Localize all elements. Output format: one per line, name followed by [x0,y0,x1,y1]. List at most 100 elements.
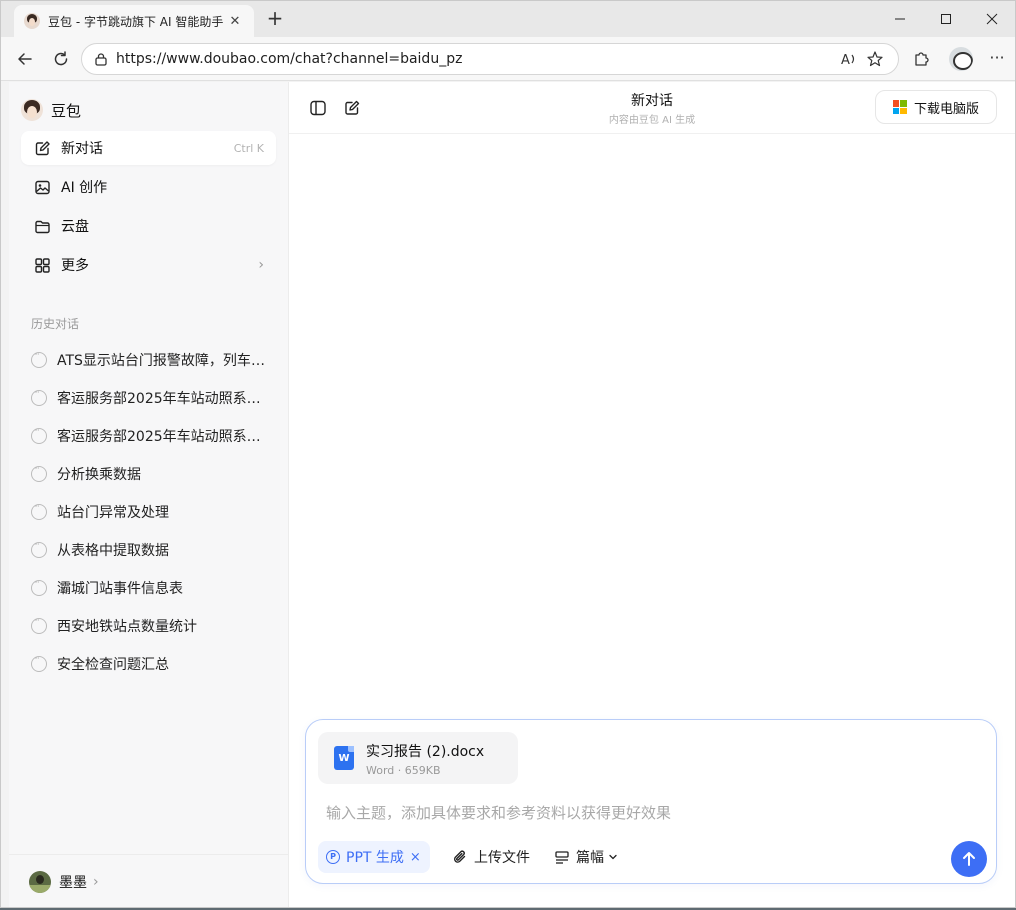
history-item-label: 客运服务部2025年车站动照系统检修 [57,429,271,445]
chat-bubble-icon [31,426,47,444]
file-name: 实习报告 (2).docx [366,744,485,760]
history-item-label: 客运服务部2025年车站动照系统检查 [57,391,271,407]
chat-bubble-icon [31,502,47,520]
sidebar-item-new-chat[interactable]: 新对话 Ctrl K [21,131,276,165]
chat-bubble-icon [31,654,47,672]
upload-file-label: 上传文件 [474,850,530,866]
history-item-label: 站台门异常及处理 [57,505,169,521]
back-button[interactable] [11,45,39,73]
lock-icon [95,53,107,66]
user-name: 墨墨 [59,874,87,891]
avatar [29,870,51,893]
sidebar-item-cloud-drive[interactable]: 云盘 [21,209,276,243]
chat-bubble-icon [31,540,47,558]
brand[interactable]: 豆包 [21,96,81,124]
read-aloud-icon[interactable]: A [836,46,862,72]
sidebar: 豆包 新对话 Ctrl K AI 创作 云盘 更多 › 历史对话 ··· ATS… [9,82,289,907]
sidebar-item-ai-create[interactable]: AI 创作 [21,170,276,204]
history-item[interactable]: 客运服务部2025年车站动照系统检修 [31,421,271,451]
chat-bubble-icon [31,350,47,368]
message-input[interactable] [320,800,980,826]
shortcut-hint: Ctrl K [233,141,264,155]
upload-file-button[interactable]: 上传文件 [452,841,530,873]
doubao-page: 豆包 新对话 Ctrl K AI 创作 云盘 更多 › 历史对话 ··· ATS… [9,82,1015,907]
paperclip-icon [454,850,466,863]
file-meta: Word · 659KB [366,764,441,777]
chat-bubble-icon [31,388,47,406]
arrow-left-icon [18,53,32,65]
history-item[interactable]: 分析换乘数据 [31,459,271,489]
ppt-generate-chip[interactable]: P PPT 生成 × [318,841,430,873]
length-icon [555,851,569,864]
download-label: 下载电脑版 [913,101,979,117]
more-options-icon[interactable]: ··· [985,45,1009,73]
windows-logo-icon [892,100,907,114]
url-field[interactable]: https://www.doubao.com/chat?channel=baid… [81,43,899,75]
history-section-title: 历史对话 [31,317,80,331]
image-icon [33,178,51,196]
sidebar-item-more[interactable]: 更多 › [21,248,276,282]
profile-avatar[interactable] [949,47,973,71]
new-chat-icon [33,139,51,157]
browser-window: 豆包 - 字节跳动旗下 AI 智能助手 ✕ + https://www.doub… [0,0,1016,908]
send-button[interactable] [951,841,987,877]
maximize-icon [941,14,951,24]
favorite-star-icon[interactable] [862,46,888,72]
history-item[interactable]: 西安地铁站点数量统计 [31,611,271,641]
browser-tab[interactable]: 豆包 - 字节跳动旗下 AI 智能助手 ✕ [14,5,254,37]
chat-main: 新对话 内容由豆包 AI 生成 下载电脑版 W 实习报告 (2).docx Wo… [289,82,1015,907]
history-item[interactable]: ATS显示站台门报警故障，列车无法进站 [31,345,271,375]
folder-icon [33,217,51,235]
doubao-logo-icon [21,99,43,121]
download-desktop-button[interactable]: 下载电脑版 [875,90,997,124]
extensions-button[interactable] [907,45,935,73]
user-profile-bar[interactable]: 墨墨 › [9,854,289,907]
history-item-label: ATS显示站台门报警故障，列车无法进站 [57,353,271,369]
address-bar: https://www.doubao.com/chat?channel=baid… [1,37,1015,81]
chevron-down-icon [609,854,617,860]
sidebar-item-label: 新对话 [61,141,103,157]
ppt-chip-label: PPT 生成 [346,850,404,866]
grid-icon [33,256,51,274]
chat-header: 新对话 内容由豆包 AI 生成 下载电脑版 [289,82,1015,134]
tab-title: 豆包 - 字节跳动旗下 AI 智能助手 [48,14,224,29]
chat-bubble-icon [31,464,47,482]
tab-strip: 豆包 - 字节跳动旗下 AI 智能助手 ✕ + [1,1,1015,37]
close-icon[interactable]: × [410,850,421,865]
chevron-right-icon: › [93,873,99,890]
sidebar-item-label: 云盘 [61,219,89,235]
history-item-label: 从表格中提取数据 [57,543,169,559]
arrow-up-icon [963,852,975,866]
history-item[interactable]: 站台门异常及处理 [31,497,271,527]
brand-name: 豆包 [51,101,82,120]
length-label: 篇幅 [576,850,604,866]
history-item-label: 西安地铁站点数量统计 [57,619,197,635]
sidebar-item-label: 更多 [61,258,89,274]
message-composer: W 实习报告 (2).docx Word · 659KB P PPT 生成 × … [305,719,997,884]
history-item[interactable]: 灞城门站事件信息表 [31,573,271,603]
tab-close-icon[interactable]: ✕ [226,14,244,29]
sidebar-item-label: AI 创作 [61,180,108,196]
history-item-label: 灞城门站事件信息表 [57,581,183,597]
attached-file-card[interactable]: W 实习报告 (2).docx Word · 659KB [318,732,518,784]
minimize-button[interactable] [877,5,923,33]
history-item-label: 分析换乘数据 [57,467,141,483]
refresh-icon [54,51,68,66]
length-dropdown[interactable]: 篇幅 [554,841,619,873]
svg-text:A: A [841,53,850,67]
url-text: https://www.doubao.com/chat?channel=baid… [116,51,463,67]
doubao-favicon-icon [24,13,40,29]
chevron-right-icon: › [258,257,264,273]
history-item-label: 安全检查问题汇总 [57,657,169,673]
refresh-button[interactable] [47,45,75,73]
history-item[interactable]: 从表格中提取数据 [31,535,271,565]
ppt-icon: P [326,850,340,864]
chat-bubble-icon [31,578,47,596]
history-item[interactable]: 安全检查问题汇总 [31,649,271,679]
new-tab-button[interactable]: + [263,7,287,31]
maximize-button[interactable] [923,5,969,33]
word-file-icon: W [334,746,354,770]
close-window-button[interactable] [969,5,1015,33]
minimize-icon [895,18,905,20]
history-item[interactable]: 客运服务部2025年车站动照系统检查 [31,383,271,413]
